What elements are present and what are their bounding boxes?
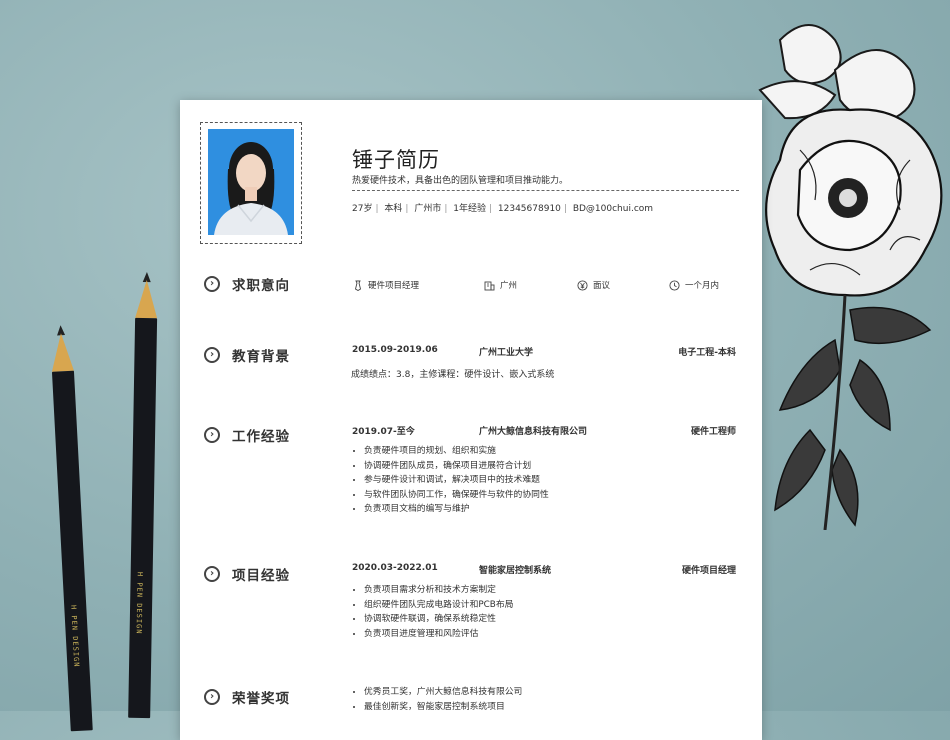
chevron-right-icon: › — [204, 566, 220, 582]
work-role: 硬件工程师 — [690, 427, 736, 437]
photo-frame — [200, 122, 302, 244]
education-degree: 电子工程-本科 — [678, 348, 736, 358]
list-item: 负责项目文档的编写与维护 — [364, 502, 549, 517]
list-item: 组织硬件团队完成电路设计和PCB布局 — [364, 598, 513, 613]
section-intent: › 求职意向 — [204, 274, 290, 294]
pencil-left: H PEN DESIGN — [49, 325, 93, 732]
chevron-right-icon: › — [204, 427, 220, 443]
profile-photo — [208, 129, 294, 235]
yen-icon — [577, 279, 588, 291]
section-title: 教育背景 — [232, 349, 290, 365]
section-title: 工作经验 — [232, 429, 290, 445]
honors-list: 优秀员工奖，广州大鲸信息科技有限公司 最佳创新奖，智能家居控制系统项目 — [351, 685, 522, 714]
project-role: 硬件项目经理 — [681, 566, 736, 576]
chevron-right-icon: › — [204, 276, 220, 292]
resume-paper: 锤子简历 热爱硬件技术，具备出色的团队管理和项目推动能力。 27岁 | 本科 | 广… — [180, 100, 762, 740]
intent-position: 硬件项目经理 — [352, 279, 419, 291]
section-honors: › 荣誉奖项 — [204, 687, 290, 707]
tie-icon — [352, 280, 363, 291]
clock-icon — [669, 279, 680, 291]
section-title: 项目经验 — [232, 568, 290, 584]
intent-availability: 一个月内 — [669, 279, 719, 291]
list-item: 负责项目进度管理和风险评估 — [364, 627, 513, 642]
info-email: BD@100chui.com — [572, 204, 654, 214]
list-item: 协调硬件团队成员，确保项目进展符合计划 — [364, 459, 549, 474]
education-school: 广州工业大学 — [479, 348, 534, 358]
chevron-right-icon: › — [204, 689, 220, 705]
section-education: › 教育背景 — [204, 345, 290, 365]
project-duties: 负责项目需求分析和技术方案制定 组织硬件团队完成电路设计和PCB布局 协调软硬件… — [351, 583, 513, 641]
list-item: 负责硬件项目的规划、组织和实施 — [364, 444, 549, 459]
resume-motto: 热爱硬件技术，具备出色的团队管理和项目推动能力。 — [352, 176, 569, 186]
list-item: 优秀员工奖，广州大鲸信息科技有限公司 — [364, 685, 522, 700]
resume-name: 锤子简历 — [352, 148, 440, 172]
info-phone: 12345678910 — [497, 204, 561, 214]
chevron-right-icon: › — [204, 347, 220, 363]
pencil-right: H PEN DESIGN — [128, 271, 158, 722]
info-age: 27岁 — [352, 204, 373, 214]
project-name: 智能家居控制系统 — [479, 566, 552, 576]
intent-city: 广州 — [484, 279, 517, 291]
intent-salary: 面议 — [577, 279, 610, 291]
building-icon — [484, 280, 495, 291]
list-item: 参与硬件设计和调试，解决项目中的技术难题 — [364, 473, 549, 488]
work-company: 广州大鲸信息科技有限公司 — [479, 427, 588, 437]
work-duties: 负责硬件项目的规划、组织和实施 协调硬件团队成员，确保项目进展符合计划 参与硬件… — [351, 444, 549, 517]
flower-illustration — [758, 24, 943, 530]
education-detail: 成绩绩点：3.8，主修课程：硬件设计、嵌入式系统 — [351, 370, 555, 380]
section-title: 荣誉奖项 — [232, 691, 290, 707]
list-item: 协调软硬件联调，确保系统稳定性 — [364, 612, 513, 627]
info-experience: 1年经验 — [453, 204, 486, 214]
info-education: 本科 — [384, 204, 403, 214]
education-date: 2015.09-2019.06 — [352, 345, 438, 355]
section-work: › 工作经验 — [204, 425, 290, 445]
personal-info: 27岁 | 本科 | 广州市 | 1年经验 | 12345678910 | BD@100c… — [352, 204, 654, 214]
list-item: 负责项目需求分析和技术方案制定 — [364, 583, 513, 598]
project-date: 2020.03-2022.01 — [352, 563, 438, 573]
info-city: 广州市 — [414, 204, 442, 214]
section-title: 求职意向 — [232, 278, 290, 294]
list-item: 最佳创新奖，智能家居控制系统项目 — [364, 700, 522, 715]
work-date: 2019.07-至今 — [352, 427, 415, 437]
pencil-brand: H PEN DESIGN — [134, 571, 144, 635]
section-project: › 项目经验 — [204, 564, 290, 584]
list-item: 与软件团队协同工作，确保硬件与软件的协同性 — [364, 488, 549, 503]
header-divider — [352, 190, 739, 191]
